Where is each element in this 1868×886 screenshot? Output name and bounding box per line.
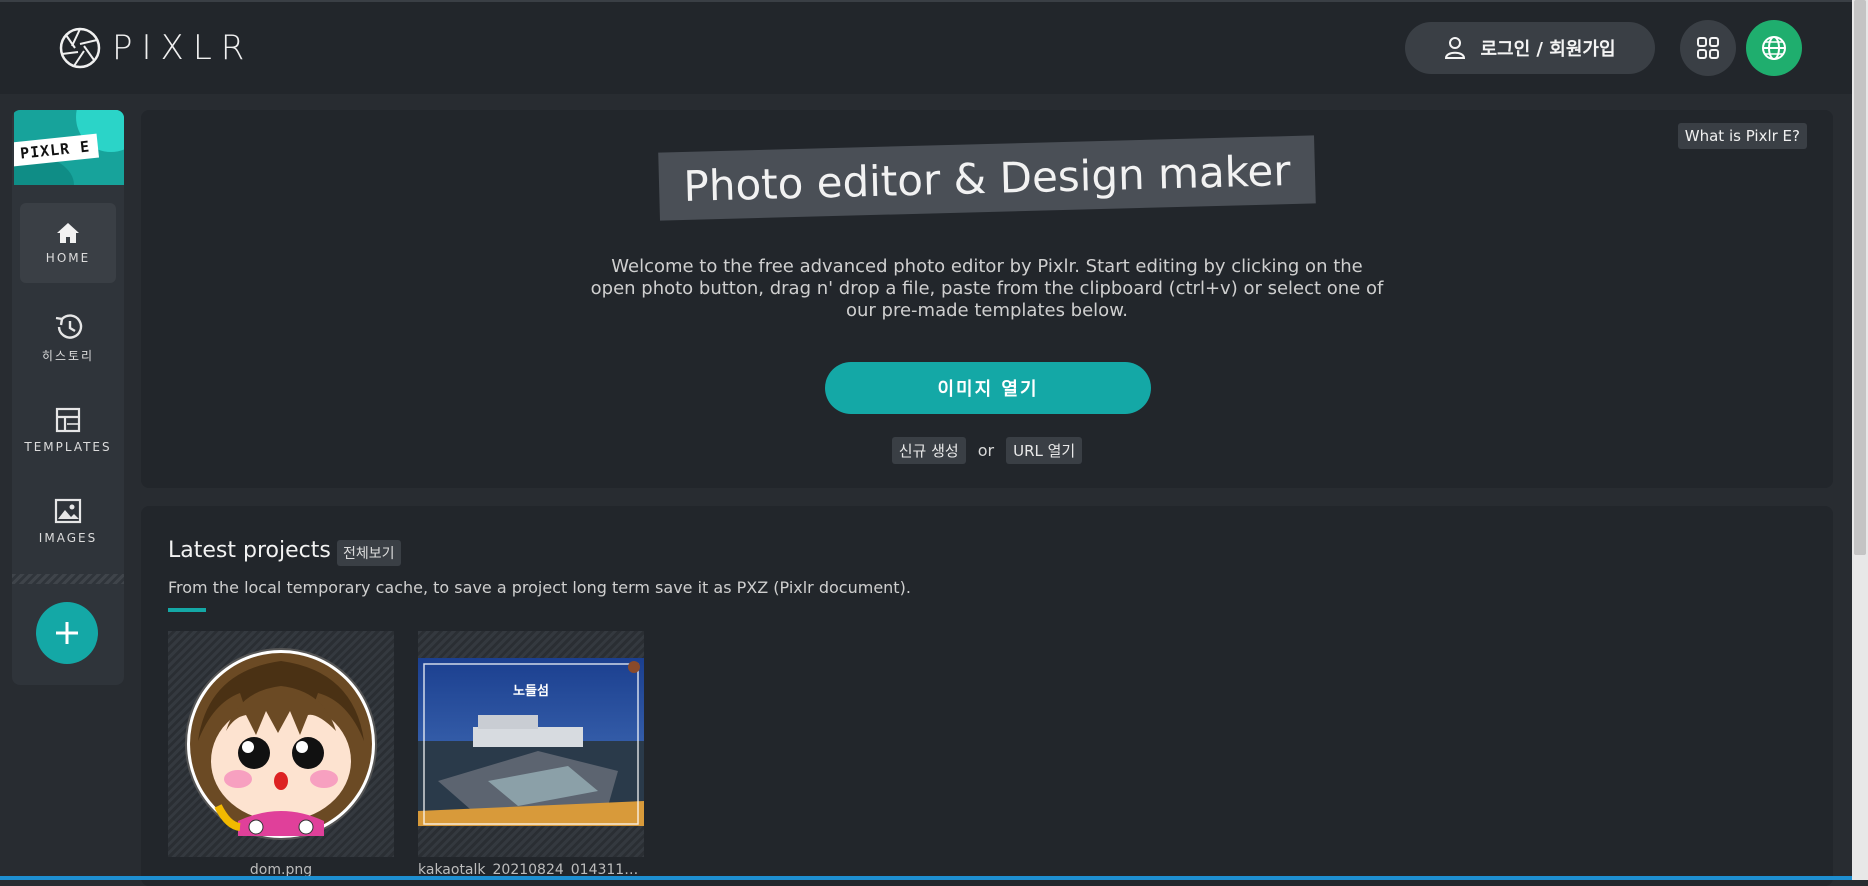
globe-icon bbox=[1762, 36, 1786, 60]
sidebar-item-images[interactable]: IMAGES bbox=[20, 481, 116, 561]
login-signup-label: 로그인 / 회원가입 bbox=[1480, 39, 1616, 60]
sidebar: PIXLR E HOME 히스토리 TEMPLATES IMAGES bbox=[12, 110, 124, 685]
sidebar-item-templates[interactable]: TEMPLATES bbox=[20, 390, 116, 470]
language-button[interactable] bbox=[1746, 20, 1802, 76]
history-icon bbox=[55, 313, 83, 339]
photo-overlay-text: 노들섬 bbox=[513, 684, 549, 699]
pixlr-e-brand-card[interactable]: PIXLR E bbox=[14, 110, 124, 185]
image-icon bbox=[54, 498, 82, 524]
sidebar-item-label: HOME bbox=[45, 251, 91, 265]
latest-projects-panel: Latest projects 전체보기 From the local temp… bbox=[141, 506, 1833, 886]
what-is-pixlr-e-link[interactable]: What is Pixlr E? bbox=[1677, 123, 1807, 149]
sidebar-divider bbox=[12, 574, 124, 584]
sidebar-item-label: 히스토리 bbox=[41, 348, 95, 363]
brand-label: PIXLR E bbox=[14, 133, 100, 167]
pixlr-logo[interactable]: PIXLR bbox=[58, 26, 253, 70]
sidebar-item-label: IMAGES bbox=[38, 531, 98, 545]
pixlr-logo-icon bbox=[59, 27, 101, 69]
top-bar: PIXLR 로그인 / 회원가입 bbox=[0, 0, 1852, 94]
section-title: Latest projects bbox=[168, 538, 331, 563]
scrollbar-thumb[interactable] bbox=[1854, 0, 1866, 555]
nodeulseom-photo-thumbnail: 노들섬 bbox=[418, 658, 644, 826]
open-url-button[interactable]: URL 열기 bbox=[1006, 437, 1083, 464]
sidebar-item-label: TEMPLATES bbox=[24, 440, 112, 454]
or-text: or bbox=[977, 441, 995, 460]
sidebar-item-home[interactable]: HOME bbox=[20, 203, 116, 283]
section-description: From the local temporary cache, to save … bbox=[168, 578, 911, 597]
plus-icon bbox=[56, 622, 78, 644]
page-title: Photo editor & Design maker bbox=[658, 135, 1316, 221]
apps-grid-icon bbox=[1697, 37, 1719, 59]
bottom-edge-bar bbox=[0, 876, 1852, 880]
login-signup-button[interactable]: 로그인 / 회원가입 bbox=[1405, 22, 1655, 74]
project-thumbnail[interactable] bbox=[168, 631, 394, 857]
cartoon-girl-thumbnail bbox=[185, 648, 377, 840]
secondary-actions: 신규 생성 or URL 열기 bbox=[141, 437, 1833, 464]
create-new-button[interactable]: 신규 생성 bbox=[891, 437, 966, 464]
add-new-button[interactable] bbox=[36, 602, 98, 664]
apps-grid-button[interactable] bbox=[1680, 20, 1736, 76]
logo-text: PIXLR bbox=[112, 28, 254, 68]
open-image-button[interactable]: 이미지 열기 bbox=[825, 362, 1151, 414]
home-icon bbox=[57, 223, 79, 243]
accent-underline bbox=[168, 608, 206, 612]
see-all-button[interactable]: 전체보기 bbox=[337, 540, 401, 566]
project-thumbnail[interactable]: 노들섬 bbox=[418, 631, 644, 857]
templates-icon bbox=[55, 407, 81, 433]
sidebar-item-history[interactable]: 히스토리 bbox=[20, 298, 116, 378]
user-icon bbox=[1445, 37, 1466, 59]
hero-description: Welcome to the free advanced photo edito… bbox=[590, 256, 1384, 321]
page-scrollbar[interactable] bbox=[1852, 0, 1868, 880]
hero-panel: What is Pixlr E? Photo editor & Design m… bbox=[141, 110, 1833, 488]
